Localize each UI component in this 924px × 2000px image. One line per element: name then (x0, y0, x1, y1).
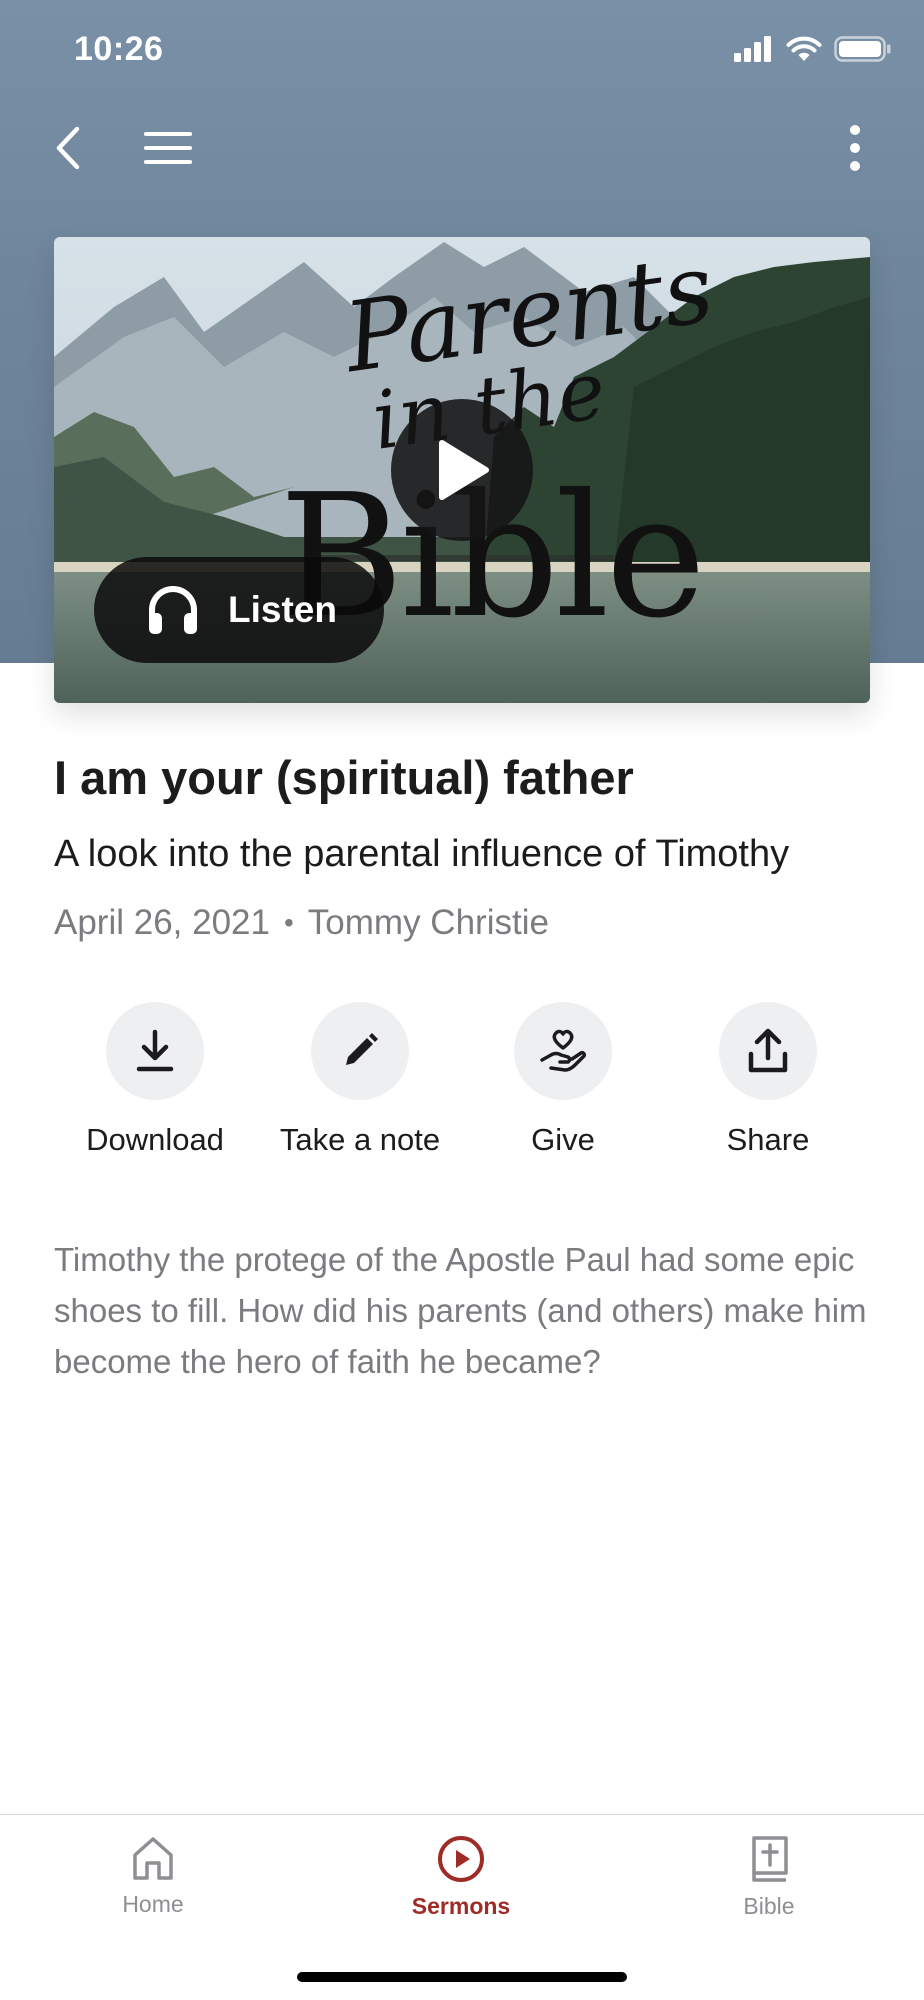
sermon-speaker[interactable]: Tommy Christie (308, 903, 549, 943)
tab-bible[interactable]: Bible (689, 1835, 849, 1920)
share-label: Share (726, 1122, 810, 1157)
sermon-artwork[interactable]: Parents in the Bible Listen (54, 237, 870, 703)
meta-separator: • (283, 907, 294, 938)
take-note-label: Take a note (279, 1122, 441, 1157)
listen-button[interactable]: Listen (94, 557, 384, 663)
play-video-button[interactable] (391, 399, 533, 541)
listen-label: Listen (228, 589, 337, 630)
sermon-date: April 26, 2021 (54, 903, 270, 942)
tab-sermons[interactable]: Sermons (381, 1835, 541, 1920)
status-time: 10:26 (74, 30, 164, 68)
home-icon (133, 1837, 173, 1880)
more-options-button[interactable] (830, 118, 880, 178)
back-button[interactable] (40, 118, 96, 178)
play-circle-icon (438, 1836, 484, 1882)
battery-icon (834, 36, 891, 62)
download-button-circle (106, 1002, 204, 1100)
bible-icon (752, 1836, 788, 1882)
tab-home[interactable]: Home (73, 1835, 233, 1918)
give-button-circle (514, 1002, 612, 1100)
more-vertical-icon (850, 125, 860, 171)
download-icon (136, 1029, 174, 1072)
status-icons (734, 36, 892, 62)
navigation-bar (0, 98, 924, 198)
status-bar: 10:26 (0, 0, 924, 98)
pencil-icon (346, 1033, 378, 1065)
tab-sermons-label: Sermons (411, 1893, 511, 1919)
download-button[interactable]: Download (55, 1002, 255, 1158)
sermon-description: Timothy the protege of the Apostle Paul … (54, 1241, 867, 1380)
download-label: Download (86, 1122, 224, 1157)
headphones-icon (149, 586, 197, 634)
share-icon (748, 1028, 788, 1073)
home-indicator[interactable] (297, 1972, 627, 1982)
sermon-title: I am your (spiritual) father (54, 751, 634, 804)
share-button-circle (719, 1002, 817, 1100)
sermon-subtitle: A look into the parental influence of Ti… (54, 833, 790, 875)
sermon-meta: April 26, 2021 • Tommy Christie (54, 903, 549, 943)
give-label: Give (531, 1122, 595, 1157)
wifi-icon (786, 36, 822, 61)
menu-button[interactable] (134, 120, 202, 176)
tab-home-label: Home (122, 1891, 184, 1917)
chevron-left-icon (56, 126, 80, 170)
take-note-button-circle (311, 1002, 409, 1100)
cellular-signal-icon (734, 36, 771, 62)
give-hand-heart-icon (540, 1029, 586, 1072)
take-note-button[interactable]: Take a note (260, 1002, 460, 1158)
share-button[interactable]: Share (668, 1002, 868, 1158)
tab-bible-label: Bible (743, 1893, 795, 1919)
hamburger-menu-icon (144, 132, 192, 164)
sermon-detail-screen: 10:26 Parents in the Bible Listen I am y… (0, 0, 924, 2000)
sermon-actions: Download Take a note Give Share (0, 1002, 924, 1172)
play-icon (439, 440, 489, 500)
give-button[interactable]: Give (463, 1002, 663, 1158)
